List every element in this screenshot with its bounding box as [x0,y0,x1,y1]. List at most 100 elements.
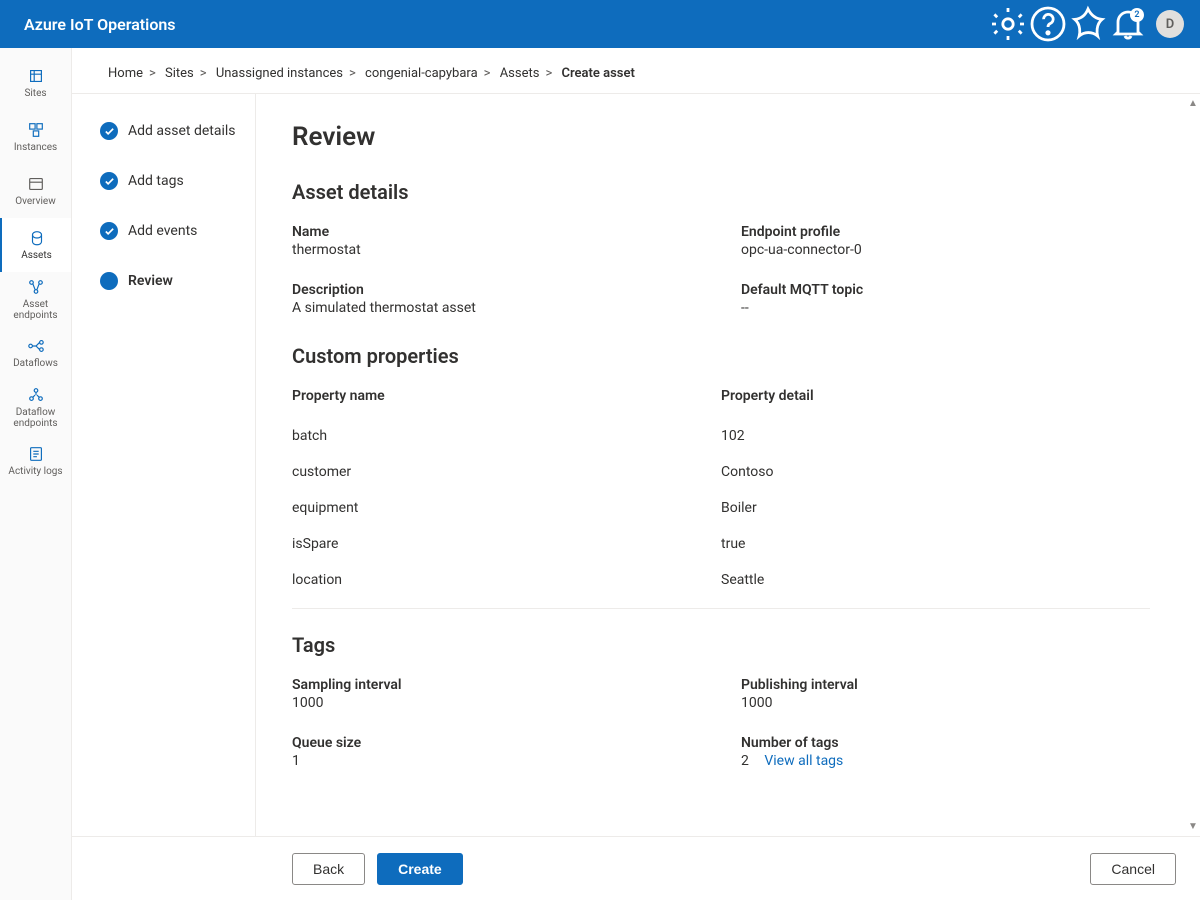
wizard-footer: Back Create Cancel [72,836,1200,900]
field-label: Endpoint profile [741,224,1150,240]
breadcrumb: Home> Sites> Unassigned instances> conge… [72,48,1200,93]
breadcrumb-link[interactable]: Sites [165,66,194,81]
field-publishing-interval: Publishing interval 1000 [741,677,1150,711]
cell: isSpare [292,536,721,552]
field-value: 1 [292,753,701,769]
wizard-steps: Add asset details Add tags Add events Re… [72,94,256,836]
avatar[interactable]: D [1156,10,1184,38]
table-row: equipment Boiler [292,490,1150,526]
field-queue-size: Queue size 1 [292,735,701,769]
cell: customer [292,464,721,480]
divider [292,608,1150,609]
table-row: batch 102 [292,418,1150,454]
cell: true [721,536,1150,552]
leftnav-label: Asset endpoints [4,299,67,321]
breadcrumb-link[interactable]: Unassigned instances [216,66,343,81]
field-value: A simulated thermostat asset [292,300,701,316]
help-icon[interactable] [1028,4,1068,44]
column-header-name: Property name [292,388,721,404]
section-heading-tags: Tags [292,633,1150,657]
step-label: Add asset details [128,123,236,139]
create-button[interactable]: Create [377,853,463,885]
column-header-detail: Property detail [721,388,1150,404]
leftnav-label: Activity logs [8,466,62,477]
notifications-bell-icon[interactable]: 2 [1108,4,1148,44]
field-label: Queue size [292,735,701,751]
step-label: Add events [128,223,197,239]
cell: equipment [292,500,721,516]
field-label: Number of tags [741,735,1150,751]
field-endpoint-profile: Endpoint profile opc-ua-connector-0 [741,224,1150,258]
cell: 102 [721,428,1150,444]
leftnav-label: Dataflow endpoints [4,407,67,429]
leftnav: Sites Instances Overview Assets Asset en… [0,48,72,900]
leftnav-label: Dataflows [13,358,58,369]
section-heading-asset-details: Asset details [292,180,1150,204]
leftnav-item-sites[interactable]: Sites [0,56,71,110]
field-value: 2 [741,753,749,769]
step-label: Add tags [128,173,184,189]
step-add-events[interactable]: Add events [100,222,243,240]
scrollbar-hints[interactable]: ▲ ▼ [1186,94,1200,836]
review-panel: Review Asset details Name thermostat End… [256,94,1186,836]
field-value: opc-ua-connector-0 [741,242,1150,258]
step-review[interactable]: Review [100,272,243,290]
table-row: location Seattle [292,562,1150,598]
field-sampling-interval: Sampling interval 1000 [292,677,701,711]
field-label: Publishing interval [741,677,1150,693]
notifications-badge: 2 [1130,8,1144,22]
scroll-down-icon: ▼ [1188,821,1198,832]
breadcrumb-current: Create asset [562,66,635,81]
feedback-icon[interactable] [1068,4,1108,44]
leftnav-item-overview[interactable]: Overview [0,164,71,218]
cell: batch [292,428,721,444]
field-label: Description [292,282,701,298]
breadcrumb-link[interactable]: Assets [500,66,540,81]
check-icon [100,172,118,190]
step-add-tags[interactable]: Add tags [100,172,243,190]
field-label: Sampling interval [292,677,701,693]
field-num-tags: Number of tags 2 View all tags [741,735,1150,769]
current-step-icon [100,272,118,290]
section-heading-custom-properties: Custom properties [292,344,1150,368]
field-name: Name thermostat [292,224,701,258]
leftnav-item-dataflow-endpoints[interactable]: Dataflow endpoints [0,380,71,434]
leftnav-item-activity-logs[interactable]: Activity logs [0,434,71,488]
view-all-tags-link[interactable]: View all tags [764,753,843,769]
breadcrumb-link[interactable]: Home [108,66,143,81]
field-value: -- [741,300,1150,316]
leftnav-label: Assets [21,250,52,261]
field-label: Name [292,224,701,240]
breadcrumb-link[interactable]: congenial-capybara [365,66,478,81]
field-label: Default MQTT topic [741,282,1150,298]
cell: Seattle [721,572,1150,588]
topbar: Azure IoT Operations 2 D [0,0,1200,48]
step-label: Review [128,273,173,289]
custom-properties-table: Property name Property detail batch 102 … [292,388,1150,598]
leftnav-label: Overview [15,196,56,207]
check-icon [100,222,118,240]
table-row: isSpare true [292,526,1150,562]
app-title: Azure IoT Operations [24,15,176,34]
page-title: Review [292,122,1150,152]
leftnav-item-asset-endpoints[interactable]: Asset endpoints [0,272,71,326]
cell: Boiler [721,500,1150,516]
back-button[interactable]: Back [292,853,365,885]
settings-gear-icon[interactable] [988,4,1028,44]
leftnav-item-dataflows[interactable]: Dataflows [0,326,71,380]
field-mqtt-topic: Default MQTT topic -- [741,282,1150,316]
field-value: 1000 [741,695,1150,711]
scroll-up-icon: ▲ [1188,98,1198,109]
table-row: customer Contoso [292,454,1150,490]
step-add-asset-details[interactable]: Add asset details [100,122,243,140]
cancel-button[interactable]: Cancel [1090,853,1176,885]
leftnav-item-instances[interactable]: Instances [0,110,71,164]
field-value: 1000 [292,695,701,711]
leftnav-label: Instances [14,142,57,153]
leftnav-label: Sites [24,88,46,99]
field-value: thermostat [292,242,701,258]
check-icon [100,122,118,140]
field-description: Description A simulated thermostat asset [292,282,701,316]
cell: Contoso [721,464,1150,480]
leftnav-item-assets[interactable]: Assets [0,218,71,272]
